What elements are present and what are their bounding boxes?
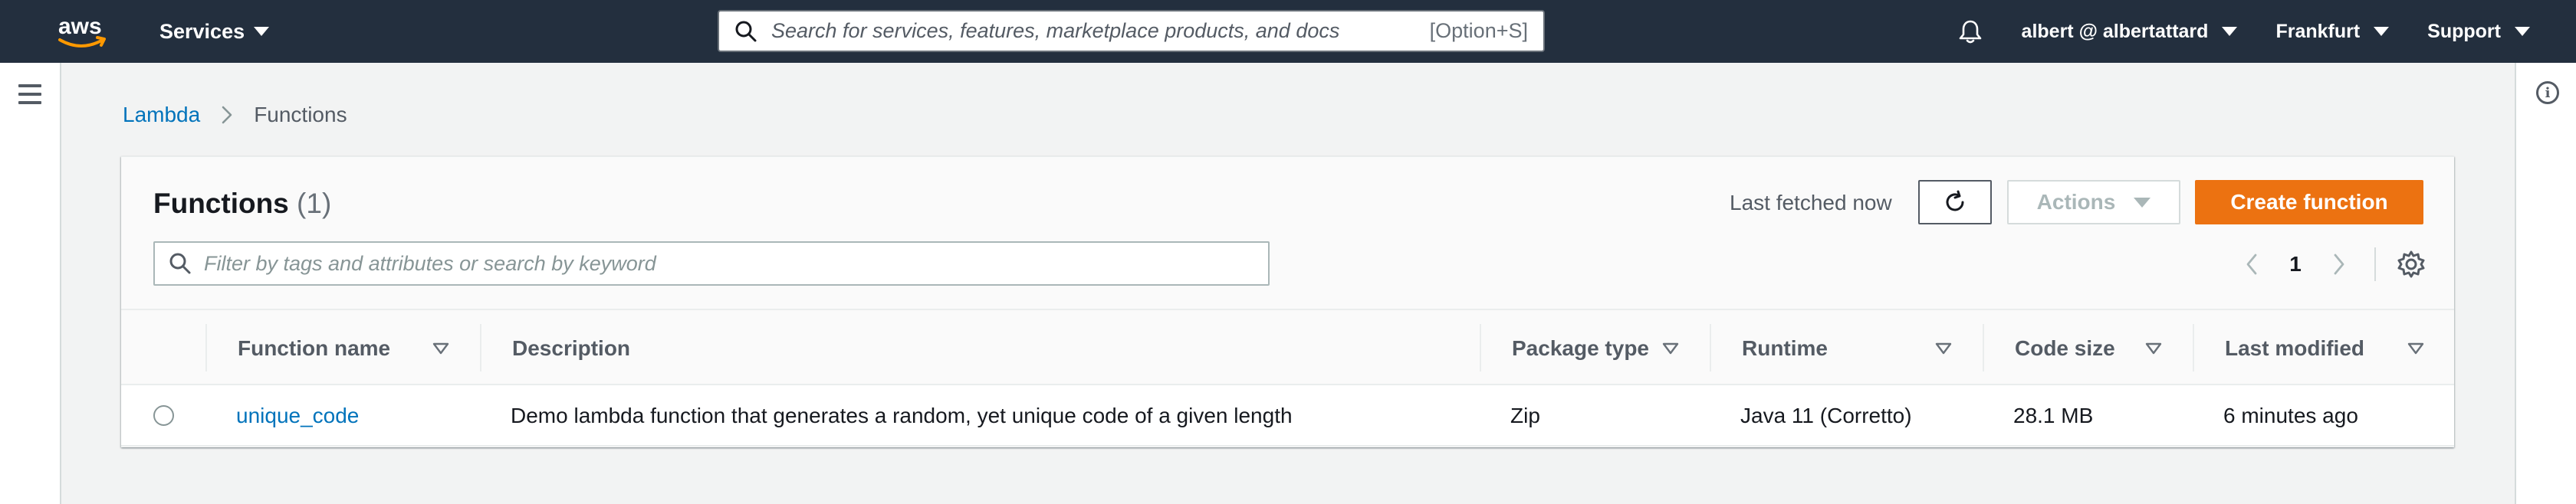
functions-panel: Functions (1) Last fetched now Actions C… <box>121 156 2454 447</box>
bell-icon[interactable] <box>1957 18 1983 44</box>
caret-down-icon <box>2222 27 2238 36</box>
function-code-size: 28.1 MB <box>2013 404 2094 427</box>
panel-title-text: Functions <box>153 188 289 219</box>
info-icon[interactable]: i <box>2536 81 2559 104</box>
help-panel-drawer: i <box>2515 63 2576 504</box>
menu-icon[interactable] <box>18 84 41 104</box>
column-divider <box>205 324 207 371</box>
account-menu[interactable]: albert @ albertattard <box>2022 21 2238 43</box>
account-label: albert @ albertattard <box>2021 20 2209 42</box>
caret-down-icon <box>2134 197 2151 208</box>
create-function-button[interactable]: Create function <box>2195 180 2423 224</box>
breadcrumb-functions: Functions <box>254 103 347 126</box>
region-menu[interactable]: Frankfurt <box>2275 20 2390 43</box>
search-icon <box>735 21 757 41</box>
chevron-left-icon <box>2246 254 2257 275</box>
refresh-button[interactable] <box>1918 180 1992 224</box>
functions-table: Function name Description Package type R… <box>121 309 2454 447</box>
sort-icon[interactable] <box>2407 342 2424 355</box>
left-navigation-drawer <box>0 63 61 504</box>
table-header-row: Function name Description Package type R… <box>121 309 2454 385</box>
caret-down-icon <box>2515 27 2530 36</box>
table-row[interactable]: unique_code Demo lambda function that ge… <box>121 385 2454 447</box>
global-search-bar[interactable]: Search for services, features, marketpla… <box>718 10 1545 52</box>
breadcrumb-lambda[interactable]: Lambda <box>123 103 200 127</box>
support-menu[interactable]: Support <box>2427 21 2530 43</box>
function-name-link[interactable]: unique_code <box>236 404 359 428</box>
column-header-runtime[interactable]: Runtime <box>1742 310 1828 387</box>
breadcrumb: Lambda Functions <box>123 103 347 127</box>
filter-search-field[interactable] <box>153 241 1270 286</box>
caret-down-icon <box>254 27 270 36</box>
region-label: Frankfurt <box>2275 20 2361 42</box>
last-fetched-text: Last fetched now <box>1730 191 1892 214</box>
nav-right-group: albert @ albertattard Frankfurt Support <box>1957 0 2530 63</box>
function-description: Demo lambda function that generates a ra… <box>511 404 1293 427</box>
chevron-right-icon <box>222 106 232 124</box>
column-divider <box>2193 324 2194 371</box>
column-divider <box>1480 324 1481 371</box>
search-placeholder: Search for services, features, marketpla… <box>771 19 1340 42</box>
actions-dropdown-button[interactable]: Actions <box>2007 180 2180 224</box>
sort-icon[interactable] <box>432 342 449 355</box>
column-header-function-name[interactable]: Function name <box>238 310 390 387</box>
top-navigation: aws Services Search for services, featur… <box>0 0 2576 63</box>
column-divider <box>1710 324 1711 371</box>
sort-icon[interactable] <box>2145 342 2162 355</box>
next-page-button[interactable] <box>2321 253 2358 276</box>
refresh-icon <box>1946 190 1964 211</box>
aws-logo[interactable]: aws <box>54 9 109 54</box>
page-title: Functions (1) <box>153 188 331 220</box>
pagination: 1 <box>2233 244 2426 284</box>
column-header-description: Description <box>512 336 631 360</box>
page-number[interactable]: 1 <box>2270 252 2321 277</box>
services-label: Services <box>159 19 245 43</box>
logo-text: aws <box>58 14 102 39</box>
column-divider <box>480 324 481 371</box>
function-package-type: Zip <box>1510 404 1540 427</box>
column-divider <box>1983 324 1984 371</box>
function-last-modified: 6 minutes ago <box>2223 404 2358 427</box>
column-header-code-size[interactable]: Code size <box>2015 310 2115 387</box>
gear-icon[interactable] <box>2396 249 2426 280</box>
filter-input[interactable] <box>204 251 1247 276</box>
search-shortcut: [Option+S] <box>1429 19 1528 42</box>
sort-icon[interactable] <box>1935 342 1952 355</box>
caret-down-icon <box>2374 27 2390 36</box>
column-header-package-type[interactable]: Package type <box>1512 310 1649 387</box>
previous-page-button[interactable] <box>2233 253 2270 276</box>
sort-icon[interactable] <box>1662 342 1679 355</box>
support-label: Support <box>2427 20 2501 42</box>
row-select-radio[interactable] <box>153 405 174 426</box>
chevron-right-icon <box>2334 254 2344 275</box>
actions-label: Actions <box>2036 190 2116 214</box>
column-header-last-modified[interactable]: Last modified <box>2225 310 2364 387</box>
services-menu-button[interactable]: Services <box>159 0 270 63</box>
function-runtime: Java 11 (Corretto) <box>1740 404 1912 427</box>
search-icon <box>169 253 191 274</box>
function-count: (1) <box>297 188 332 219</box>
pagination-divider <box>2374 247 2376 281</box>
